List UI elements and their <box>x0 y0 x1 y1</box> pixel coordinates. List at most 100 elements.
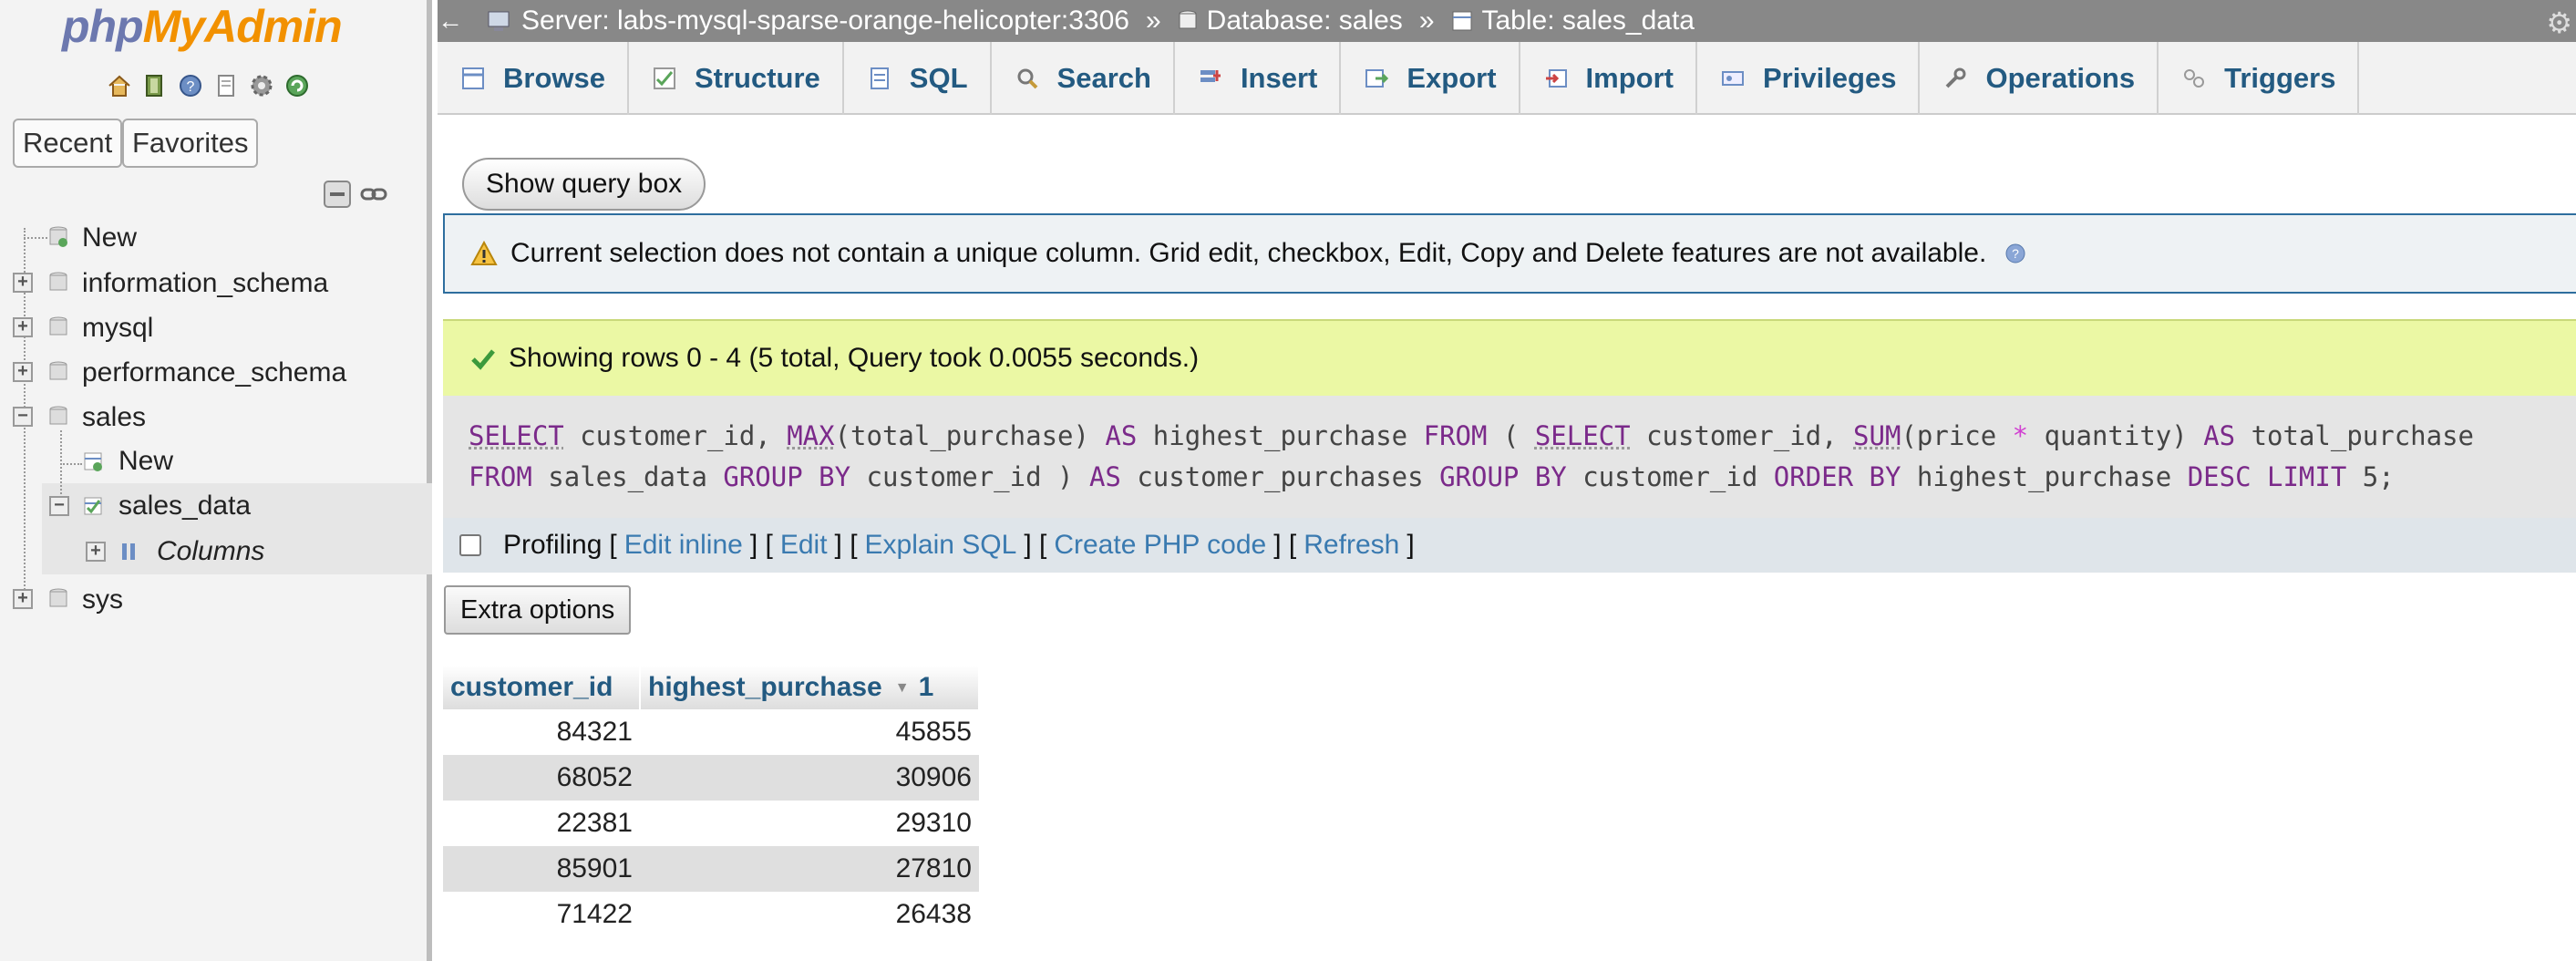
refresh-link[interactable]: Refresh <box>1303 530 1399 561</box>
tab-export[interactable]: Export <box>1341 42 1520 115</box>
wrench-icon <box>1942 65 1969 92</box>
breadcrumb-database[interactable]: Database: sales <box>1178 5 1403 36</box>
query-options-bar: Profiling [ Edit inline ] [ Edit ] [ Exp… <box>443 518 2576 573</box>
show-query-box-button[interactable]: Show query box <box>462 158 706 211</box>
triggers-icon <box>2180 65 2208 92</box>
collapse-icon[interactable]: − <box>49 496 69 516</box>
tab-sql-label: SQL <box>909 62 968 94</box>
tree-db-performance-schema[interactable]: performance_schema <box>82 357 346 388</box>
sql-query-display[interactable]: SELECT customer_id, MAX(total_purchase) … <box>443 396 2576 518</box>
tree-new-table[interactable]: New <box>118 446 173 477</box>
tab-search[interactable]: Search <box>992 42 1175 115</box>
extra-options-button[interactable]: Extra options <box>444 585 632 635</box>
create-php-code-link[interactable]: Create PHP code <box>1054 530 1266 561</box>
notice-message: Current selection does not contain a uni… <box>443 213 2576 294</box>
sql-icon <box>866 65 893 92</box>
warning-icon <box>470 241 498 265</box>
svg-text:?: ? <box>187 79 195 95</box>
cell-highest-purchase: 30906 <box>640 755 979 801</box>
breadcrumb-separator: » <box>1418 5 1435 36</box>
sort-desc-icon: ▼ <box>894 680 910 697</box>
home-icon[interactable] <box>105 71 134 100</box>
server-icon <box>488 11 510 31</box>
svg-text:?: ? <box>2012 246 2019 261</box>
edit-inline-link[interactable]: Edit inline <box>624 530 743 561</box>
columns-icon <box>122 543 135 560</box>
tree-table-sales-data[interactable]: sales_data <box>118 491 251 522</box>
phpmyadmin-logo[interactable]: phpMyAdmin <box>62 0 343 53</box>
privileges-icon <box>1719 65 1747 92</box>
main-menu: Browse Structure SQL Search Insert Expor… <box>438 42 2576 115</box>
table-row: 68052 30906 <box>443 755 979 801</box>
cell-customer-id: 71422 <box>443 892 640 937</box>
tree-columns[interactable]: Columns <box>157 536 264 567</box>
tree-connector <box>60 463 82 465</box>
tree-new-database[interactable]: New <box>82 222 137 253</box>
tree-db-sys[interactable]: sys <box>82 584 123 615</box>
tab-export-label: Export <box>1406 62 1497 94</box>
profiling-label: Profiling <box>503 530 603 560</box>
favorites-tab[interactable]: Favorites <box>122 119 259 168</box>
back-arrow-icon[interactable]: ← <box>438 6 463 36</box>
settings-gear-icon[interactable]: ⚙ <box>2546 5 2572 40</box>
cell-customer-id: 22381 <box>443 801 640 846</box>
tab-privileges[interactable]: Privileges <box>1697 42 1921 115</box>
expand-icon[interactable]: + <box>86 542 106 562</box>
tree-connector <box>24 237 47 239</box>
expand-icon[interactable]: + <box>13 362 33 382</box>
tree-db-information-schema[interactable]: information_schema <box>82 268 328 299</box>
edit-link[interactable]: Edit <box>780 530 828 561</box>
tree-db-mysql[interactable]: mysql <box>82 313 153 344</box>
sort-order-index: 1 <box>918 672 934 702</box>
docs-icon[interactable] <box>211 71 241 100</box>
expand-icon[interactable]: + <box>13 273 33 293</box>
results-table: customer_id highest_purchase ▼ 1 84321 4585… <box>443 666 980 937</box>
table-icon <box>84 497 102 515</box>
tab-triggers[interactable]: Triggers <box>2159 42 2360 115</box>
tab-triggers-label: Triggers <box>2224 62 2336 94</box>
recent-tab[interactable]: Recent <box>13 119 123 168</box>
breadcrumb: ← Server: labs-mysql-sparse-orange-helic… <box>438 0 2576 42</box>
tab-structure-label: Structure <box>694 62 820 94</box>
column-header-highest-purchase[interactable]: highest_purchase ▼ 1 <box>640 666 980 709</box>
explain-sql-link[interactable]: Explain SQL <box>865 530 1017 561</box>
exit-icon[interactable] <box>140 71 170 100</box>
insert-icon <box>1197 65 1224 92</box>
collapse-icon[interactable]: − <box>13 407 33 427</box>
column-header-customer-id[interactable]: customer_id <box>443 666 641 709</box>
breadcrumb-separator: » <box>1145 5 1161 36</box>
tab-import[interactable]: Import <box>1520 42 1697 115</box>
breadcrumb-table[interactable]: Table: sales_data <box>1451 5 1695 36</box>
cell-highest-purchase: 29310 <box>640 801 979 846</box>
structure-icon <box>651 65 678 92</box>
expand-icon[interactable]: + <box>13 317 33 337</box>
tab-sql[interactable]: SQL <box>844 42 992 115</box>
settings-icon[interactable] <box>247 71 276 100</box>
tab-privileges-label: Privileges <box>1762 62 1897 94</box>
tree-db-sales[interactable]: sales <box>82 402 146 433</box>
collapse-all-icon[interactable] <box>324 181 351 208</box>
database-icon <box>49 361 67 380</box>
cell-highest-purchase: 45855 <box>640 709 979 755</box>
breadcrumb-server[interactable]: Server: labs-mysql-sparse-orange-helicop… <box>487 5 1129 36</box>
database-icon <box>49 272 67 291</box>
tab-structure[interactable]: Structure <box>629 42 844 115</box>
breadcrumb-table-label: Table: sales_data <box>1481 5 1695 36</box>
cell-customer-id: 84321 <box>443 709 640 755</box>
link-icon[interactable] <box>360 181 387 208</box>
checkmark-icon <box>471 349 495 370</box>
help-icon[interactable]: ? <box>2004 243 2026 264</box>
tab-insert[interactable]: Insert <box>1175 42 1342 115</box>
table-header-row: customer_id highest_purchase ▼ 1 <box>443 666 980 709</box>
tab-browse[interactable]: Browse <box>438 42 629 115</box>
table-icon <box>1452 11 1471 31</box>
navigation-panel: phpMyAdmin ? Recent Favorites New + info… <box>0 0 432 961</box>
breadcrumb-server-label: Server: labs-mysql-sparse-orange-helicop… <box>521 5 1129 36</box>
tab-operations[interactable]: Operations <box>1920 42 2159 115</box>
new-table-icon <box>84 452 102 471</box>
help-icon[interactable]: ? <box>176 71 205 100</box>
profiling-checkbox[interactable] <box>459 534 481 556</box>
breadcrumb-database-label: Database: sales <box>1206 5 1403 36</box>
expand-icon[interactable]: + <box>13 589 33 609</box>
reload-icon[interactable] <box>283 71 312 100</box>
